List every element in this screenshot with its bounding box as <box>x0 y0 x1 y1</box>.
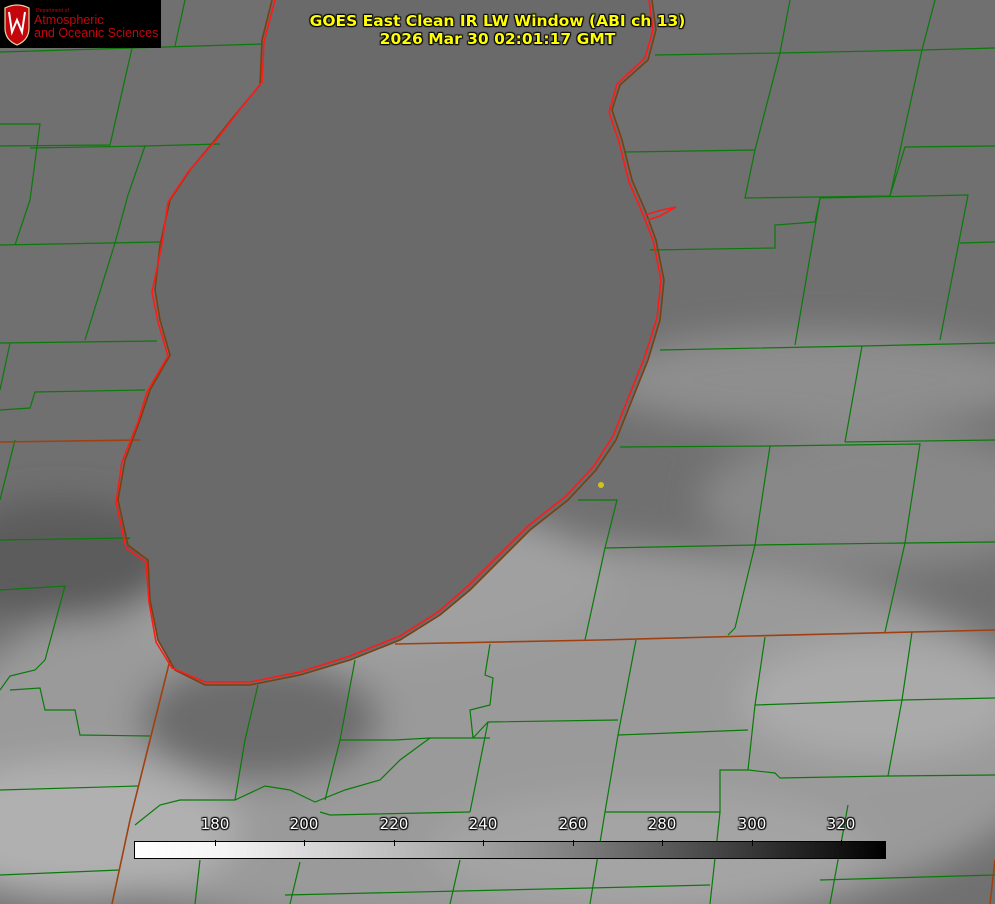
image-title: GOES East Clean IR LW Window (ABI ch 13) <box>309 12 686 30</box>
colorbar-tick-label: 220 <box>379 815 409 833</box>
colorbar-tick-mark <box>752 840 753 846</box>
temperature-colorbar <box>134 841 886 859</box>
colorbar-tick-label: 320 <box>826 815 856 833</box>
colorbar-tick-mark <box>483 840 484 846</box>
colorbar-tick-mark <box>573 840 574 846</box>
satellite-image-viewer: Department of Atmospheric and Oceanic Sc… <box>0 0 995 904</box>
colorbar-tick-label: 240 <box>468 815 498 833</box>
colorbar-tick-mark <box>304 840 305 846</box>
satellite-map <box>0 0 995 904</box>
colorbar-tick-label: 300 <box>737 815 767 833</box>
colorbar-tick-label: 200 <box>289 815 319 833</box>
colorbar-tick-mark <box>662 840 663 846</box>
colorbar-tick-mark <box>394 840 395 846</box>
colorbar-tick-label: 280 <box>647 815 677 833</box>
station-marker <box>598 482 604 488</box>
colorbar-tick-mark <box>215 840 216 846</box>
colorbar-tick-label: 260 <box>558 815 588 833</box>
colorbar-tick-label: 180 <box>200 815 230 833</box>
colorbar-tick-mark <box>841 840 842 846</box>
image-timestamp: 2026 Mar 30 02:01:17 GMT <box>379 30 616 48</box>
